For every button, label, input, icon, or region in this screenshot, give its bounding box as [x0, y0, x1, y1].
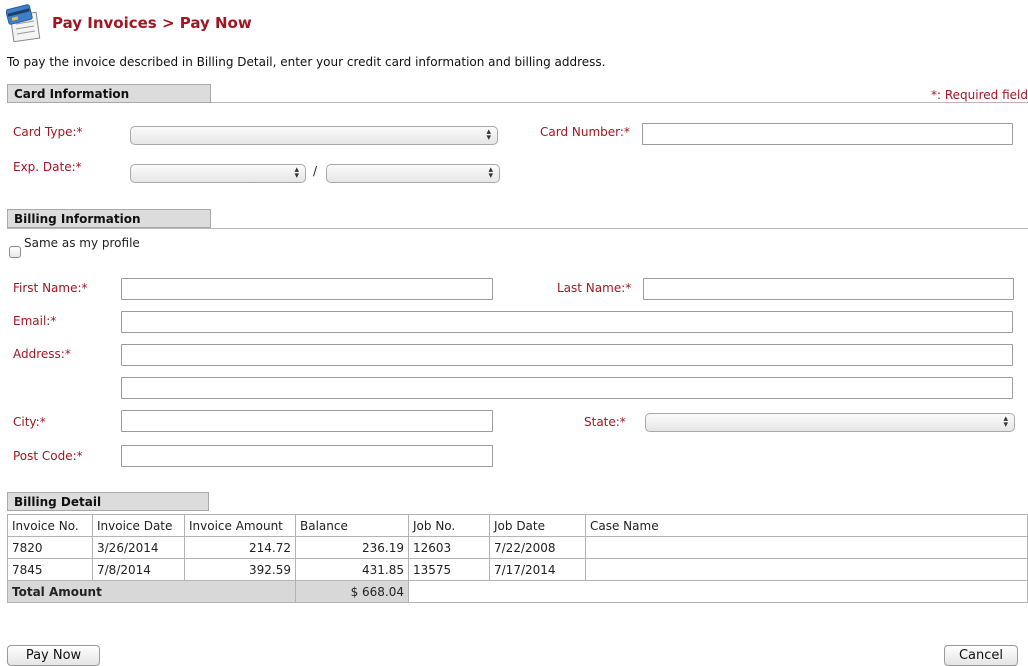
table-row: 7845 7/8/2014 392.59 431.85 13575 7/17/2… [7, 558, 1028, 581]
city-input[interactable] [121, 410, 493, 432]
email-input[interactable] [121, 311, 1013, 333]
column-header: Job No. [408, 514, 490, 537]
address-line2-input[interactable] [121, 377, 1013, 399]
city-label: City:* [13, 415, 46, 429]
invoice-amount-cell: 214.72 [184, 536, 296, 559]
total-amount-value: $ 668.04 [295, 580, 409, 603]
card-type-label: Card Type:* [13, 125, 83, 139]
post-code-label: Post Code:* [13, 449, 83, 463]
card-type-select[interactable]: ▴ ▾ [130, 126, 498, 145]
total-row: Total Amount $ 668.04 [7, 580, 1028, 603]
card-number-input[interactable] [642, 123, 1013, 145]
required-note: *: Required field [931, 88, 1028, 102]
billing-section-divider [7, 228, 1028, 229]
state-select[interactable]: ▴ ▾ [645, 413, 1015, 432]
select-arrow-icon: ▴ ▾ [486, 127, 491, 143]
email-label: Email:* [13, 314, 57, 328]
exp-date-label: Exp. Date:* [13, 160, 82, 174]
exp-date-separator: / [313, 164, 318, 178]
column-header: Job Date [489, 514, 586, 537]
total-amount-label: Total Amount [7, 580, 296, 603]
invoice-date-cell: 3/26/2014 [92, 536, 185, 559]
select-arrow-icon: ▴ ▾ [1003, 414, 1008, 430]
select-arrow-icon: ▴ ▾ [294, 165, 299, 181]
state-label: State:* [584, 415, 626, 429]
billing-detail-table: Invoice No. Invoice Date Invoice Amount … [7, 514, 1028, 603]
job-date-cell: 7/22/2008 [489, 536, 586, 559]
balance-cell: 236.19 [295, 536, 409, 559]
card-section-title: Card Information [7, 84, 211, 103]
billing-section-title: Billing Information [7, 209, 211, 228]
last-name-label: Last Name:* [557, 281, 632, 295]
column-header: Invoice No. [7, 514, 93, 537]
post-code-input[interactable] [121, 445, 493, 467]
billing-detail-title: Billing Detail [7, 492, 209, 511]
card-number-label: Card Number:* [540, 125, 630, 139]
same-as-profile-checkbox[interactable] [9, 246, 21, 258]
invoice-amount-cell: 392.59 [184, 558, 296, 581]
total-row-filler [408, 580, 1028, 603]
last-name-input[interactable] [643, 278, 1014, 300]
table-header-row: Invoice No. Invoice Date Invoice Amount … [7, 514, 1028, 537]
column-header: Invoice Amount [184, 514, 296, 537]
first-name-label: First Name:* [13, 281, 88, 295]
exp-month-select[interactable]: ▴ ▾ [130, 164, 306, 183]
job-no-cell: 13575 [408, 558, 490, 581]
case-name-cell [585, 536, 1028, 559]
job-no-cell: 12603 [408, 536, 490, 559]
column-header: Balance [295, 514, 409, 537]
address-label: Address:* [13, 347, 71, 361]
job-date-cell: 7/17/2014 [489, 558, 586, 581]
same-as-profile-label: Same as my profile [24, 236, 140, 250]
invoice-no-cell: 7820 [7, 536, 93, 559]
exp-year-select[interactable]: ▴ ▾ [326, 164, 500, 183]
select-arrow-icon: ▴ ▾ [488, 165, 493, 181]
address-line1-input[interactable] [121, 344, 1013, 366]
column-header: Invoice Date [92, 514, 185, 537]
header-icon [5, 4, 44, 43]
page-title: Pay Invoices > Pay Now [52, 14, 252, 32]
invoice-date-cell: 7/8/2014 [92, 558, 185, 581]
first-name-input[interactable] [121, 278, 493, 300]
invoice-no-cell: 7845 [7, 558, 93, 581]
table-row: 7820 3/26/2014 214.72 236.19 12603 7/22/… [7, 536, 1028, 559]
case-name-cell [585, 558, 1028, 581]
intro-text: To pay the invoice described in Billing … [7, 55, 606, 69]
billing-detail-table-wrap: Invoice No. Invoice Date Invoice Amount … [7, 514, 1028, 603]
column-header: Case Name [585, 514, 1028, 537]
balance-cell: 431.85 [295, 558, 409, 581]
